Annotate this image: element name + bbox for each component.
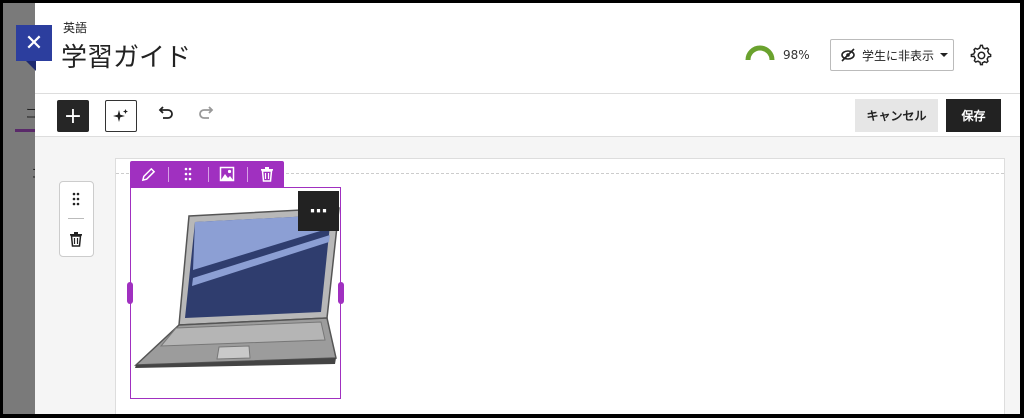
divider bbox=[247, 167, 248, 182]
trash-icon bbox=[261, 167, 273, 182]
panel-header: 英語 学習ガイド 98% 学生に非表示 bbox=[35, 3, 1020, 94]
save-button[interactable]: 保存 bbox=[946, 99, 1001, 132]
resize-handle-right[interactable] bbox=[338, 282, 344, 304]
more-options-button[interactable]: ⋯ bbox=[298, 191, 339, 231]
block-side-controls bbox=[59, 181, 94, 257]
background-tab-indicator bbox=[15, 129, 37, 132]
page-title: 学習ガイド bbox=[61, 43, 192, 73]
course-name: 英語 bbox=[63, 21, 88, 35]
visibility-dropdown[interactable]: 学生に非表示 bbox=[830, 39, 954, 71]
image-icon bbox=[219, 166, 235, 182]
drag-handle-icon bbox=[184, 167, 192, 181]
progress-percent: 98% bbox=[783, 48, 810, 62]
image-settings-button[interactable] bbox=[218, 165, 236, 183]
eye-hidden-icon bbox=[841, 48, 855, 62]
editor-toolbar: + キャンセル 保存 bbox=[35, 94, 1020, 137]
cancel-button[interactable]: キャンセル bbox=[855, 99, 938, 132]
drag-handle-icon[interactable] bbox=[71, 192, 81, 206]
edit-button[interactable] bbox=[139, 165, 157, 183]
trash-icon[interactable] bbox=[69, 231, 83, 247]
visibility-label: 学生に非表示 bbox=[862, 48, 935, 63]
divider bbox=[68, 218, 84, 219]
image-block-toolbar bbox=[130, 161, 284, 188]
close-icon: ✕ bbox=[24, 30, 44, 56]
delete-block-button[interactable] bbox=[258, 165, 276, 183]
plus-icon: + bbox=[63, 103, 83, 129]
app-frame: コ コ ✕ 英語 学習ガイド 98% 学生に非表示 bbox=[3, 3, 1020, 414]
gear-icon[interactable] bbox=[970, 44, 992, 66]
progress-gauge-icon bbox=[745, 45, 775, 61]
divider bbox=[208, 167, 209, 182]
redo-icon[interactable] bbox=[197, 104, 217, 124]
sparkle-icon bbox=[113, 109, 128, 122]
ai-assist-button[interactable] bbox=[105, 100, 137, 132]
undo-icon[interactable] bbox=[155, 104, 175, 124]
move-button[interactable] bbox=[179, 165, 197, 183]
add-content-button[interactable]: + bbox=[57, 100, 89, 132]
pencil-icon bbox=[141, 167, 155, 181]
ellipsis-icon: ⋯ bbox=[309, 200, 328, 222]
divider bbox=[168, 167, 169, 182]
resize-handle-left[interactable] bbox=[127, 282, 133, 304]
close-button[interactable]: ✕ bbox=[16, 25, 52, 71]
chevron-down-icon bbox=[940, 53, 949, 57]
